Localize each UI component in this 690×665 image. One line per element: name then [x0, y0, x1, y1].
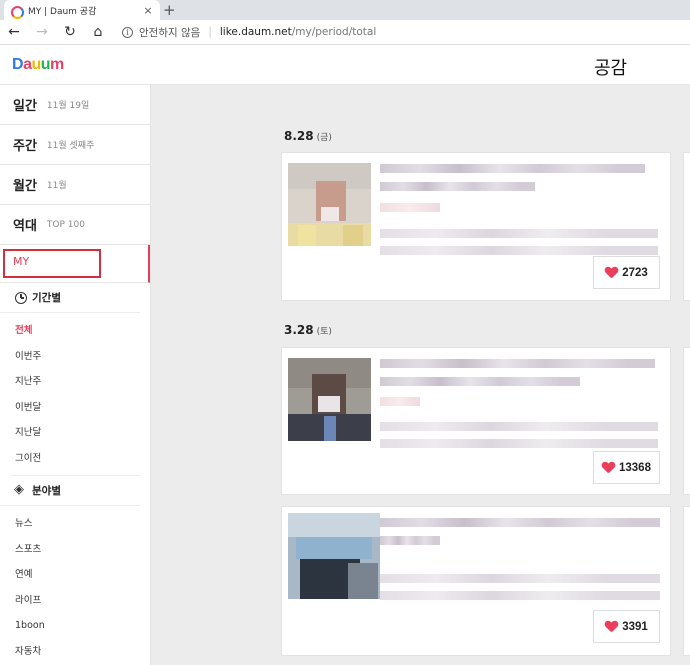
period-filter-last-week[interactable]: 지난주 [0, 369, 150, 395]
sidebar-item-my[interactable]: MY [0, 245, 150, 283]
clock-icon [15, 291, 27, 304]
info-icon[interactable]: i [122, 26, 133, 38]
home-button[interactable]: ⌂ [84, 20, 112, 45]
forward-button[interactable]: → [28, 20, 56, 45]
page-header: Dauum 공감 [0, 45, 690, 85]
liked-article-card[interactable]: 3391 [281, 506, 671, 656]
heart-icon [602, 462, 615, 474]
section-by-period: 기간별 [0, 283, 140, 313]
browser-tab-strip: MY | Daum 공감 × + [0, 0, 690, 20]
sidebar-item-weekly[interactable]: 주간 11월 셋째주 [0, 125, 150, 165]
url-host[interactable]: like.daum.net [220, 26, 292, 38]
highlight-box [3, 249, 101, 278]
date-header: 8.28 (금) [284, 129, 332, 143]
back-button[interactable]: ← [0, 20, 28, 45]
period-filter-this-week[interactable]: 이번주 [0, 344, 150, 370]
category-filter-list: 뉴스 스포츠 연예 라이프 1boon 자동차 [0, 506, 150, 664]
omnibox[interactable]: i 안전하지 않음 | like.daum.net /my/period/tot… [122, 25, 376, 40]
reload-button[interactable]: ↻ [56, 20, 84, 45]
article-thumbnail[interactable] [288, 358, 371, 441]
close-icon[interactable]: × [142, 4, 154, 17]
liked-article-card[interactable]: 2723 [281, 152, 671, 301]
category-news[interactable]: 뉴스 [0, 511, 150, 537]
sidebar-item-monthly[interactable]: 월간 11월 [0, 165, 150, 205]
like-button[interactable]: 3391 [593, 610, 660, 643]
article-thumbnail[interactable] [288, 163, 371, 246]
period-filter-last-month[interactable]: 지난달 [0, 420, 150, 446]
category-entertainment[interactable]: 연예 [0, 562, 150, 588]
sidebar-item-daily[interactable]: 일간 11월 19일 [0, 85, 150, 125]
category-sports[interactable]: 스포츠 [0, 537, 150, 563]
address-bar: ← → ↻ ⌂ i 안전하지 않음 | like.daum.net /my/pe… [0, 20, 690, 45]
like-button[interactable]: 13368 [593, 451, 660, 484]
next-card-edge[interactable] [683, 506, 690, 656]
like-button[interactable]: 2723 [593, 256, 660, 289]
next-card-edge[interactable] [683, 152, 690, 301]
date-header: 3.28 (토) [284, 323, 332, 337]
sidebar-item-alltime[interactable]: 역대 TOP 100 [0, 205, 150, 245]
main-content: 8.28 (금) 2723 3.28 (토) 13368 3391 [151, 85, 690, 665]
heart-icon [605, 267, 618, 279]
next-card-edge[interactable] [683, 347, 690, 495]
category-auto[interactable]: 자동차 [0, 639, 150, 665]
tab-title: MY | Daum 공감 [28, 6, 97, 17]
like-count: 13368 [619, 461, 651, 474]
layers-icon [14, 482, 27, 497]
browser-tab[interactable]: MY | Daum 공감 × [4, 0, 160, 20]
heart-icon [605, 621, 618, 633]
category-life[interactable]: 라이프 [0, 588, 150, 614]
daum-favicon-icon [10, 4, 24, 19]
new-tab-button[interactable]: + [163, 1, 176, 19]
security-label[interactable]: 안전하지 않음 [139, 25, 200, 40]
like-count: 2723 [622, 266, 648, 279]
url-separator: | [208, 26, 212, 38]
article-thumbnail[interactable] [288, 513, 380, 599]
section-by-category: 분야별 [0, 476, 140, 506]
url-path[interactable]: /my/period/total [292, 26, 377, 38]
period-filter-earlier[interactable]: 그이전 [0, 446, 150, 472]
period-filter-this-month[interactable]: 이번달 [0, 395, 150, 421]
period-filter-list: 전체 이번주 지난주 이번달 지난달 그이전 [0, 313, 150, 471]
daum-logo[interactable]: Dauum [12, 56, 64, 74]
like-count: 3391 [622, 620, 648, 633]
sidebar: 일간 11월 19일 주간 11월 셋째주 월간 11월 역대 TOP 100 … [0, 85, 151, 665]
liked-article-card[interactable]: 13368 [281, 347, 671, 495]
page-title: 공감 [594, 58, 628, 79]
period-filter-all[interactable]: 전체 [0, 318, 150, 344]
category-1boon[interactable]: 1boon [0, 613, 150, 639]
